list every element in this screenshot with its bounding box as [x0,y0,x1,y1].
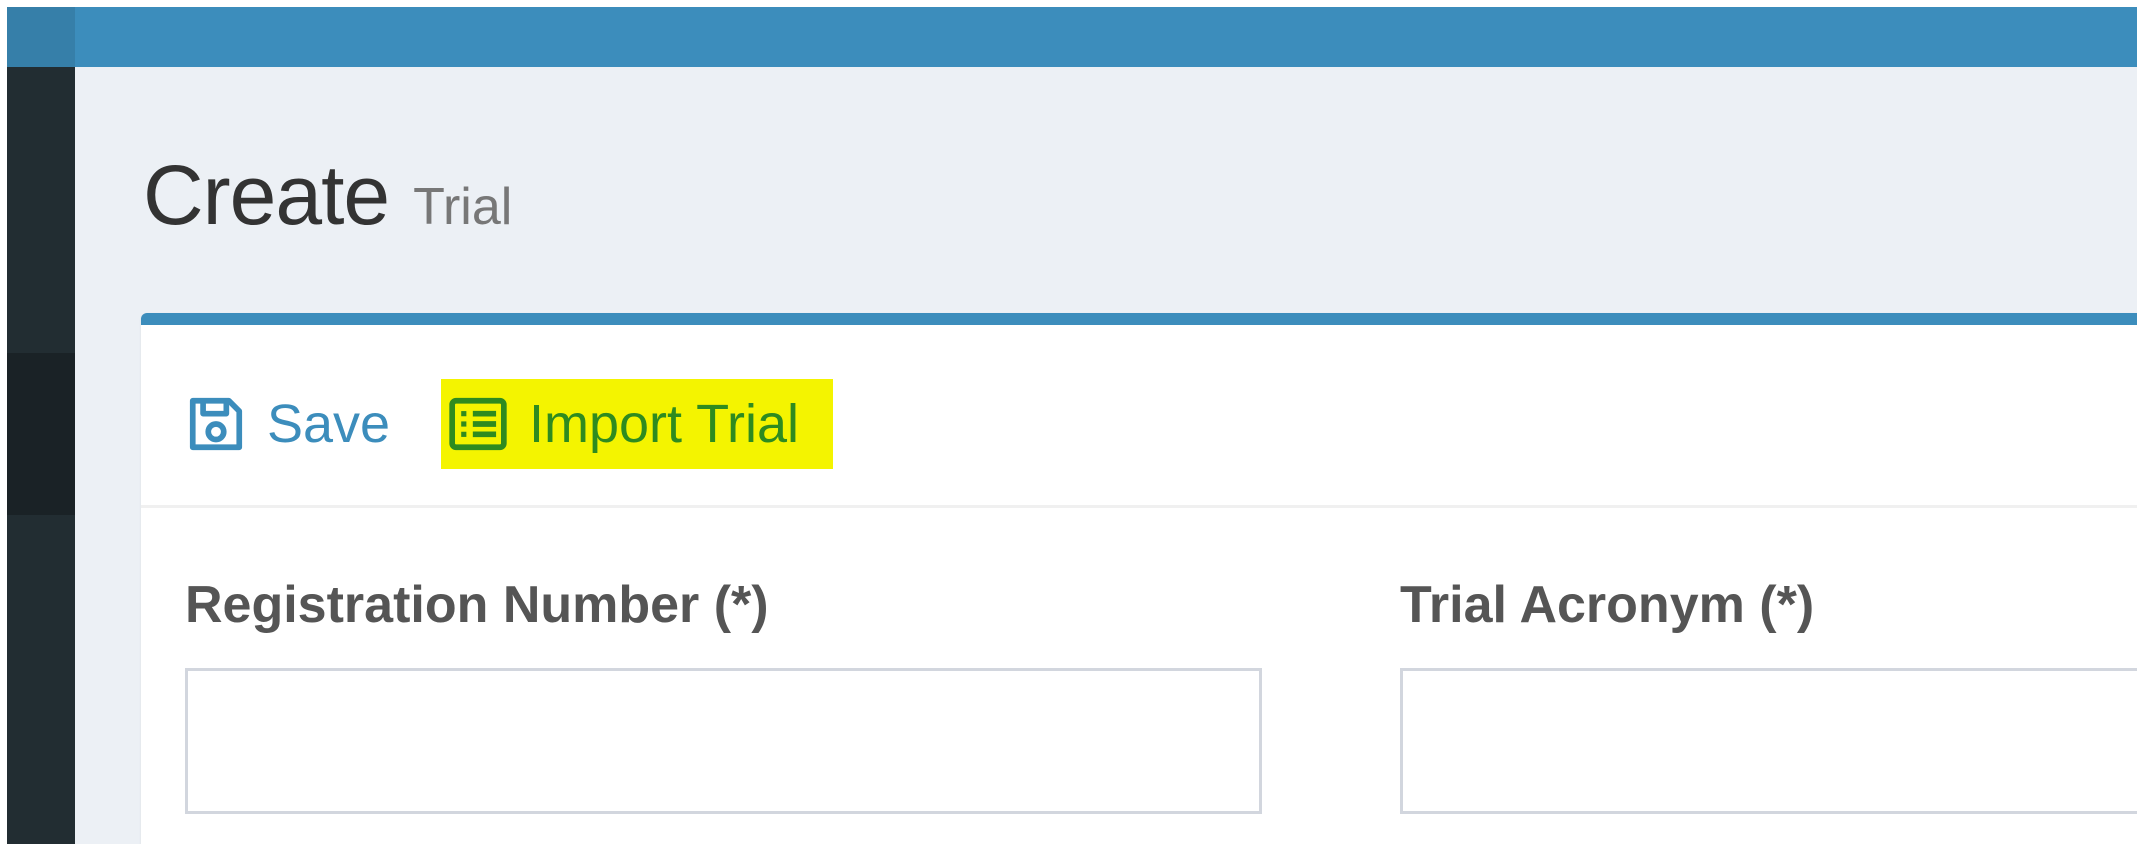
logo-area[interactable] [7,7,75,67]
form-box: Save Import Trial Registration Number (*… [141,313,2137,844]
registration-number-label: Registration Number (*) [185,576,769,634]
page-title: Create [143,148,390,242]
import-trial-label: Import Trial [529,394,800,454]
list-alt-icon [447,393,509,455]
sidebar-item-active[interactable] [7,353,75,515]
top-navbar [7,7,2137,67]
registration-number-input[interactable] [185,668,1262,814]
import-trial-button[interactable]: Import Trial [441,379,834,469]
sidebar [7,67,75,844]
trial-acronym-input[interactable] [1400,668,2137,814]
toolbar: Save Import Trial [141,325,2137,508]
floppy-disk-icon [185,393,247,455]
save-button[interactable]: Save [185,379,390,469]
page-subtitle: Trial [413,178,513,236]
page-header: Create Trial [143,147,512,244]
trial-acronym-label: Trial Acronym (*) [1400,576,1815,634]
content-wrapper: Create Trial Save Import Trial Registrat… [75,67,2137,844]
save-label: Save [267,394,391,454]
app-window: Create Trial Save Import Trial Registrat… [0,0,2137,844]
